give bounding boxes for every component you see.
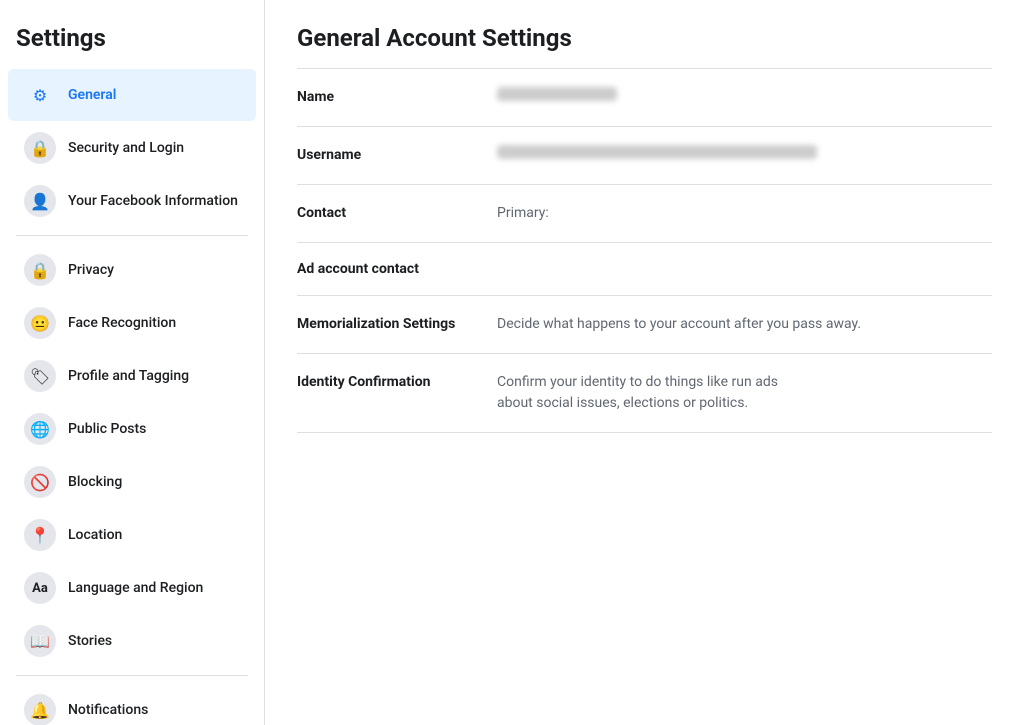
settings-row-identity: Identity Confirmation Confirm your ident…	[297, 354, 992, 433]
blocking-icon: 🚫	[24, 466, 56, 498]
identity-label: Identity Confirmation	[297, 372, 497, 390]
public-posts-icon: 🌐	[24, 413, 56, 445]
sidebar-item-label: Blocking	[68, 474, 122, 490]
name-value	[497, 87, 992, 108]
username-value	[497, 145, 992, 166]
sidebar-item-general[interactable]: ⚙ General	[8, 69, 256, 121]
main-content: General Account Settings Name Username C…	[265, 0, 1024, 725]
sidebar-item-location[interactable]: 📍 Location	[8, 509, 256, 561]
sidebar-item-label: Stories	[68, 633, 112, 649]
notifications-icon: 🔔	[24, 694, 56, 725]
contact-label: Contact	[297, 203, 497, 221]
sidebar-item-label: General	[68, 87, 116, 103]
sidebar-item-label: Location	[68, 527, 122, 543]
ad-account-contact-label: Ad account contact	[297, 261, 992, 277]
facebook-info-icon: 👤	[24, 185, 56, 217]
memorialization-label: Memorialization Settings	[297, 314, 497, 332]
identity-value: Confirm your identity to do things like …	[497, 372, 992, 414]
sidebar-item-security[interactable]: 🔒 Security and Login	[8, 122, 256, 174]
username-label: Username	[297, 145, 497, 163]
sidebar-item-label: Face Recognition	[68, 315, 176, 331]
sidebar-item-label: Profile and Tagging	[68, 368, 189, 384]
sidebar: Settings ⚙ General 🔒 Security and Login …	[0, 0, 265, 725]
sidebar-item-label: Notifications	[68, 702, 148, 718]
sidebar-title: Settings	[0, 16, 264, 68]
sidebar-item-notifications[interactable]: 🔔 Notifications	[8, 684, 256, 725]
sidebar-item-language-region[interactable]: Aa Language and Region	[8, 562, 256, 614]
sidebar-item-label: Privacy	[68, 262, 114, 278]
location-icon: 📍	[24, 519, 56, 551]
settings-row-memorialization: Memorialization Settings Decide what hap…	[297, 296, 992, 354]
sidebar-item-profile-tagging[interactable]: 🏷 Profile and Tagging	[8, 350, 256, 402]
face-recognition-icon: 😐	[24, 307, 56, 339]
settings-row-contact: Contact Primary:	[297, 185, 992, 243]
security-icon: 🔒	[24, 132, 56, 164]
sidebar-item-label: Security and Login	[68, 140, 184, 156]
privacy-icon: 🔒	[24, 254, 56, 286]
memorialization-value: Decide what happens to your account afte…	[497, 314, 992, 335]
sidebar-item-privacy[interactable]: 🔒 Privacy	[8, 244, 256, 296]
sidebar-item-face-recognition[interactable]: 😐 Face Recognition	[8, 297, 256, 349]
sidebar-item-stories[interactable]: 📖 Stories	[8, 615, 256, 667]
sidebar-item-public-posts[interactable]: 🌐 Public Posts	[8, 403, 256, 455]
sidebar-item-label: Public Posts	[68, 421, 146, 437]
settings-row-name: Name	[297, 69, 992, 127]
stories-icon: 📖	[24, 625, 56, 657]
contact-value: Primary:	[497, 203, 992, 224]
general-icon: ⚙	[24, 79, 56, 111]
ad-account-contact-row: Ad account contact	[297, 243, 992, 296]
settings-row-username: Username	[297, 127, 992, 185]
name-redacted	[497, 87, 617, 101]
profile-tagging-icon: 🏷	[24, 360, 56, 392]
name-label: Name	[297, 87, 497, 105]
sidebar-item-facebook-info[interactable]: 👤 Your Facebook Information	[8, 175, 256, 227]
username-redacted	[497, 145, 817, 159]
sidebar-item-blocking[interactable]: 🚫 Blocking	[8, 456, 256, 508]
sidebar-item-label: Language and Region	[68, 580, 203, 596]
divider-2	[16, 675, 248, 676]
divider-1	[16, 235, 248, 236]
sidebar-item-label: Your Facebook Information	[68, 193, 238, 209]
page-title: General Account Settings	[297, 24, 992, 52]
language-icon: Aa	[24, 572, 56, 604]
